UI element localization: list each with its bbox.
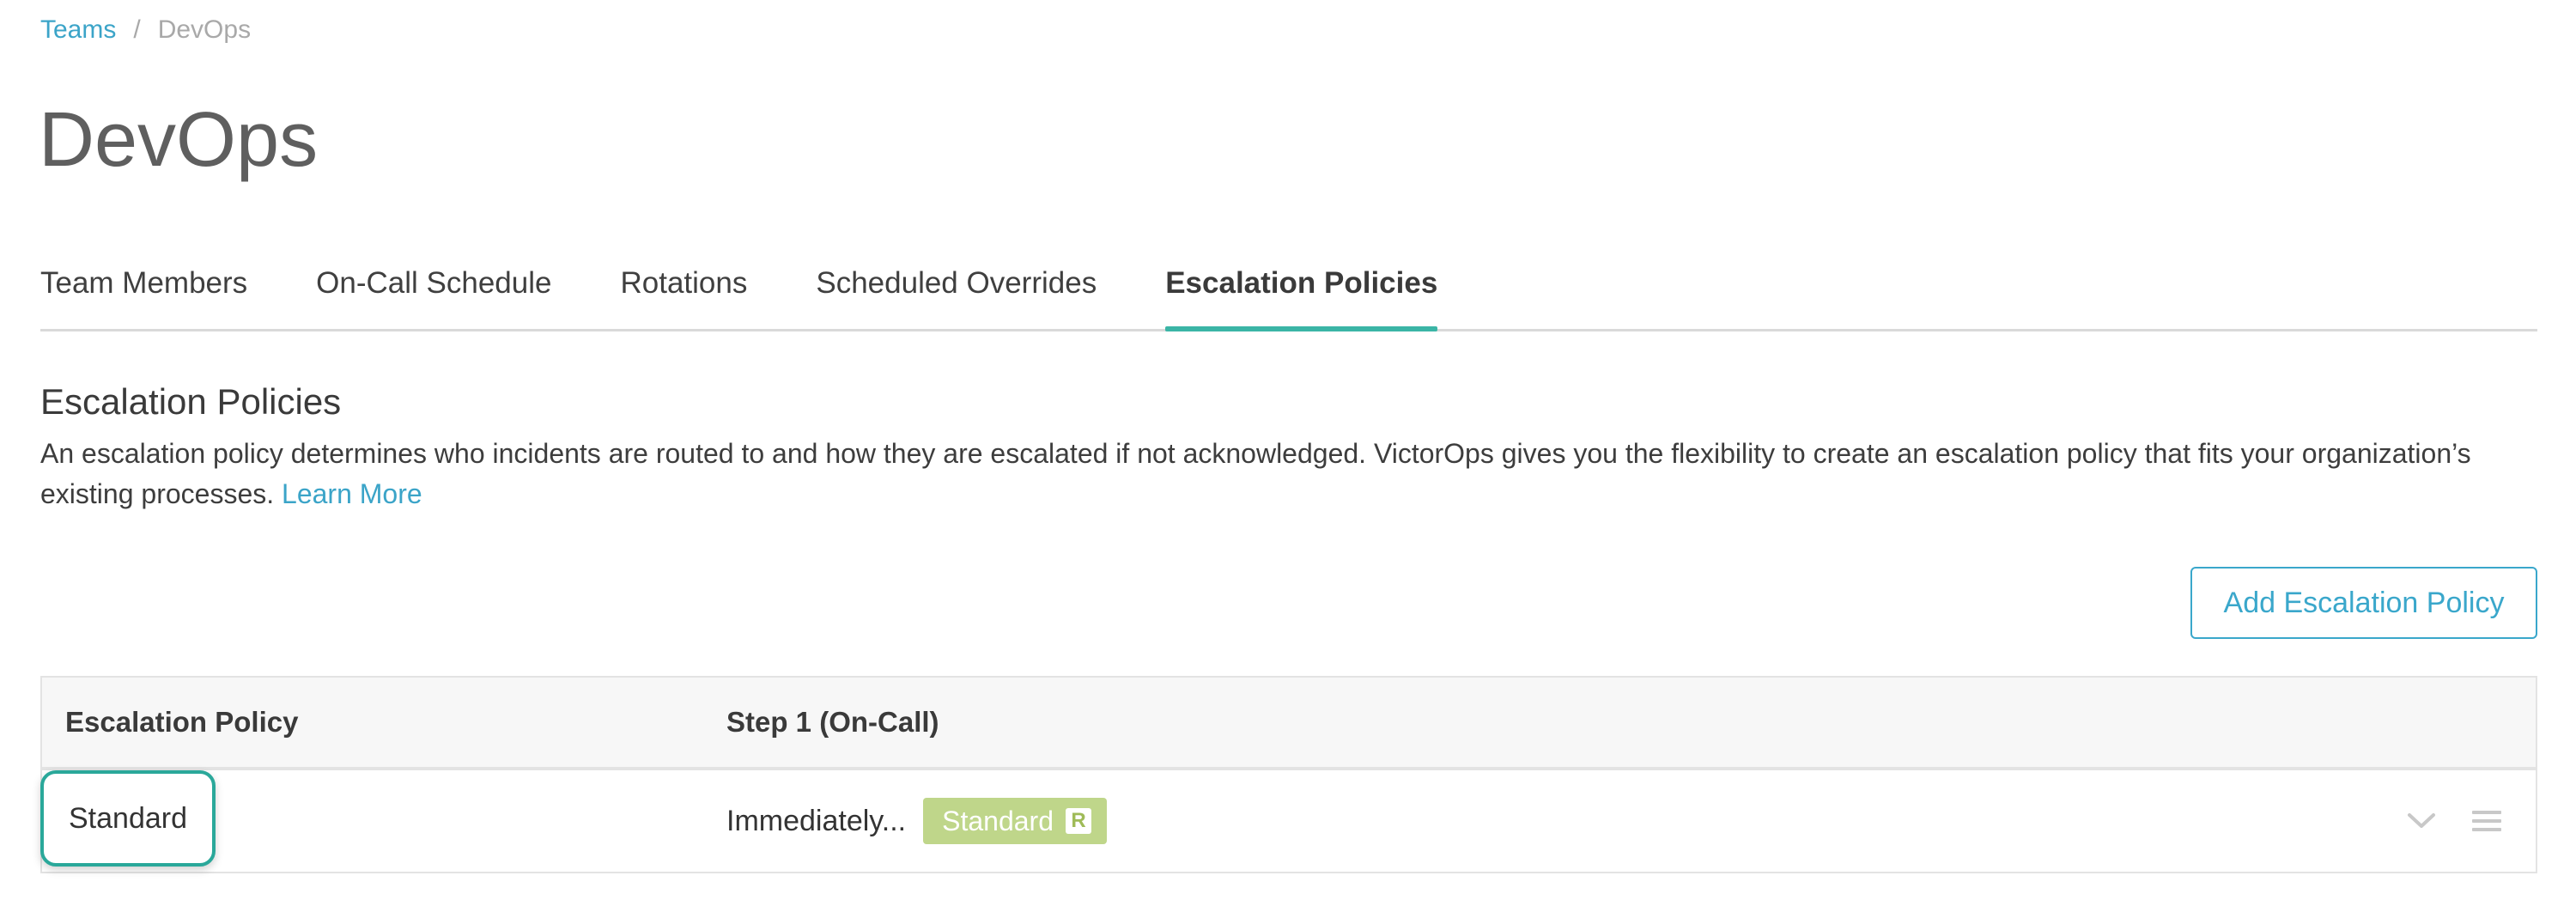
tab-rotations[interactable]: Rotations bbox=[620, 258, 747, 329]
table-row: Standard Immediately... Standard R bbox=[40, 770, 2536, 872]
tab-scheduled-overrides[interactable]: Scheduled Overrides bbox=[816, 258, 1097, 329]
tab-escalation-policies[interactable]: Escalation Policies bbox=[1165, 258, 1438, 331]
column-header-step-1: Step 1 (On-Call) bbox=[726, 706, 939, 738]
breadcrumb-current: DevOps bbox=[157, 15, 252, 44]
escalation-policies-table: Escalation Policy Step 1 (On-Call) Stand… bbox=[40, 676, 2537, 873]
tab-on-call-schedule[interactable]: On-Call Schedule bbox=[316, 258, 551, 329]
add-escalation-policy-button[interactable]: Add Escalation Policy bbox=[2190, 567, 2537, 639]
learn-more-link[interactable]: Learn More bbox=[282, 478, 422, 509]
policy-badge-label: Standard bbox=[942, 805, 1054, 836]
breadcrumb-separator: / bbox=[133, 15, 141, 44]
step-timing-text: Immediately... bbox=[726, 804, 907, 837]
table-header: Escalation Policy Step 1 (On-Call) bbox=[42, 678, 2536, 770]
breadcrumb: Teams / DevOps bbox=[40, 15, 251, 45]
tab-bar: Team Members On-Call Schedule Rotations … bbox=[40, 258, 2537, 331]
column-header-escalation-policy: Escalation Policy bbox=[65, 706, 299, 738]
breadcrumb-link-teams[interactable]: Teams bbox=[40, 15, 116, 45]
section-title: Escalation Policies bbox=[40, 381, 342, 422]
step-1-cell: Immediately... Standard R bbox=[726, 770, 1107, 872]
tab-team-members[interactable]: Team Members bbox=[40, 258, 247, 329]
policy-badge[interactable]: Standard R bbox=[923, 798, 1107, 844]
policy-name-cell[interactable]: Standard bbox=[40, 770, 216, 867]
policy-name: Standard bbox=[69, 801, 187, 835]
chevron-down-icon[interactable] bbox=[2407, 812, 2436, 830]
section-description: An escalation policy determines who inci… bbox=[40, 434, 2537, 514]
rotation-marker: R bbox=[1065, 808, 1091, 834]
page-title: DevOps bbox=[39, 97, 319, 183]
drag-handle-icon[interactable] bbox=[2472, 809, 2501, 833]
row-actions bbox=[2407, 770, 2501, 872]
